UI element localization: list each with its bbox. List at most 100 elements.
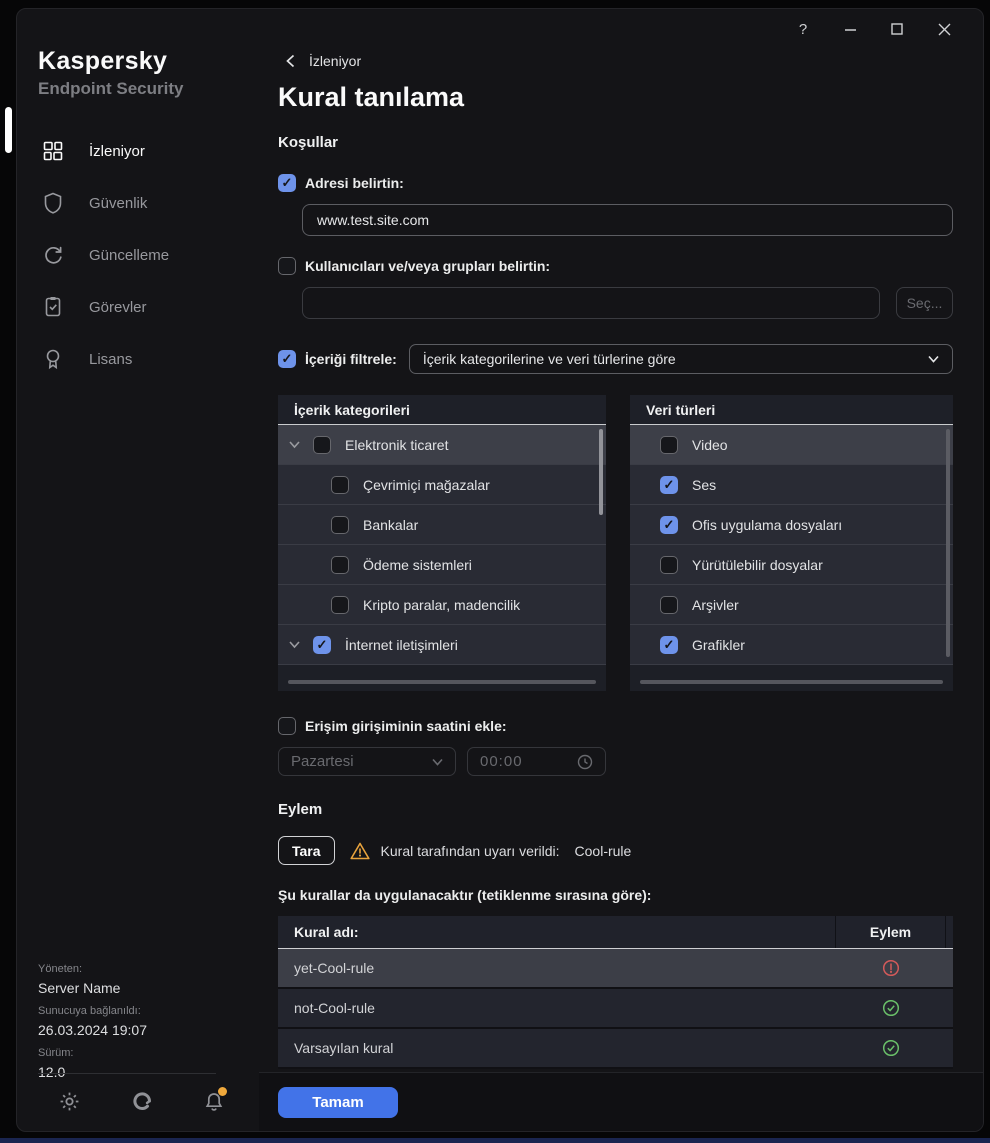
item-checkbox[interactable]: ✓ [660, 475, 678, 494]
brand-subtitle: Endpoint Security [38, 79, 184, 98]
page-title: Kural tanılama [278, 82, 465, 112]
settings-gear-icon[interactable] [57, 1089, 81, 1113]
rule-table-row[interactable]: not-Cool-rule [278, 989, 953, 1029]
sidebar-item-license[interactable]: Lisans [17, 333, 259, 385]
item-checkbox[interactable]: ✓ [331, 515, 349, 534]
category-row[interactable]: ✓ Ödeme sistemleri [278, 545, 606, 585]
users-checkbox[interactable]: ✓ [278, 257, 296, 275]
time-field[interactable]: 00:00 [467, 747, 606, 776]
item-label: Ses [692, 476, 717, 493]
category-row[interactable]: ✓ İnternet iletişimleri [278, 625, 606, 665]
support-icon[interactable] [130, 1089, 154, 1113]
chevron-down-icon [432, 758, 443, 766]
chevron-down-icon[interactable] [289, 640, 300, 649]
content-filter-row: ✓ İçeriği filtrele: İçerik kategorilerin… [278, 344, 953, 374]
sidebar-item-refresh[interactable]: Güncelleme [17, 229, 259, 281]
dialog-footer: Tamam [259, 1072, 983, 1131]
rule-table-row[interactable]: yet-Cool-rule [278, 949, 953, 989]
data-type-row[interactable]: ✓ Grafikler [630, 625, 953, 665]
item-label: Ödeme sistemleri [363, 556, 472, 573]
breadcrumb-back[interactable]: İzleniyor [286, 53, 953, 69]
categories-header: İçerik kategorileri [278, 395, 606, 425]
users-input[interactable] [302, 287, 880, 319]
item-checkbox[interactable]: ✓ [313, 635, 331, 654]
category-row[interactable]: ✓ Elektronik ticaret [278, 425, 606, 465]
category-row[interactable]: ✓ Bankalar [278, 505, 606, 545]
clock-icon [577, 754, 593, 770]
sidebar-item-shield[interactable]: Güvenlik [17, 177, 259, 229]
conditions-section-title: Koşullar [278, 134, 339, 151]
titlebar-controls: ? [792, 17, 955, 41]
warning-message: Kural tarafından uyarı verildi: [380, 842, 560, 859]
managed-by-label: Yöneten: [38, 963, 83, 975]
item-checkbox[interactable]: ✓ [660, 435, 678, 454]
rule-status-cell [836, 1029, 946, 1067]
table-scrollbar-gutter [946, 989, 953, 1027]
item-label: Elektronik ticaret [345, 436, 449, 453]
item-checkbox[interactable]: ✓ [660, 635, 678, 654]
time-checkbox[interactable]: ✓ [278, 717, 296, 735]
scan-button[interactable]: Tara [278, 836, 335, 865]
maximize-button[interactable] [886, 17, 908, 41]
category-row[interactable]: ✓ Çevrimiçi mağazalar [278, 465, 606, 505]
item-checkbox[interactable]: ✓ [660, 595, 678, 614]
status-warning-icon [882, 959, 900, 977]
item-checkbox[interactable]: ✓ [660, 515, 678, 534]
data-type-row[interactable]: ✓ Ofis uygulama dosyaları [630, 505, 953, 545]
data-type-row[interactable]: ✓ Ses [630, 465, 953, 505]
categories-vertical-scrollbar[interactable] [599, 429, 603, 515]
item-checkbox[interactable]: ✓ [313, 435, 331, 454]
content-filter-checkbox[interactable]: ✓ [278, 350, 296, 368]
item-checkbox[interactable]: ✓ [331, 555, 349, 574]
main-content: İzleniyor Kural tanılama Koşullar ✓ Adre… [259, 9, 983, 1131]
category-row[interactable]: ✓ Kripto paralar, madencilik [278, 585, 606, 625]
item-checkbox[interactable]: ✓ [660, 555, 678, 574]
sidebar-item-label: Görevler [89, 298, 147, 316]
brand-title: Kaspersky [38, 47, 168, 75]
close-button[interactable] [933, 17, 955, 41]
help-button[interactable]: ? [792, 17, 814, 41]
action-row: Tara Kural tarafından uyarı verildi: Coo… [278, 836, 953, 865]
select-users-button[interactable]: Seç... [896, 287, 953, 319]
filter-mode-select[interactable]: İçerik kategorilerine ve veri türlerine … [408, 344, 953, 374]
minimize-button[interactable] [839, 17, 861, 41]
item-checkbox[interactable]: ✓ [331, 595, 349, 614]
item-label: Bankalar [363, 516, 419, 533]
day-select[interactable]: Pazartesi [278, 747, 456, 776]
data-type-row[interactable]: ✓ Video [630, 425, 953, 465]
address-input[interactable] [302, 204, 953, 236]
chevron-left-icon [286, 54, 295, 68]
action-section-title: Eylem [278, 801, 323, 818]
ok-button[interactable]: Tamam [278, 1087, 398, 1118]
table-scrollbar-gutter [946, 1029, 953, 1067]
data-types-header: Veri türleri [630, 395, 953, 425]
users-checkbox-row: ✓ Kullanıcıları ve/veya grupları belirti… [278, 257, 953, 275]
connected-value: 26.03.2024 19:07 [38, 1022, 147, 1038]
data-type-row[interactable]: ✓ Yürütülebilir dosyalar [630, 545, 953, 585]
data-type-row[interactable]: ✓ Arşivler [630, 585, 953, 625]
table-scrollbar-gutter [946, 916, 953, 948]
sidebar-item-tasks[interactable]: Görevler [17, 281, 259, 333]
notifications-bell-icon[interactable] [202, 1087, 227, 1113]
content-filter-label: İçeriği filtrele: [305, 351, 397, 367]
status-ok-icon [882, 999, 900, 1017]
rule-status-cell [836, 989, 946, 1027]
active-nav-indicator [5, 107, 12, 153]
data-types-vertical-scrollbar[interactable] [946, 429, 950, 657]
data-types-horizontal-scrollbar[interactable] [640, 680, 943, 684]
rule-table-row[interactable]: Varsayılan kural [278, 1029, 953, 1069]
address-checkbox[interactable]: ✓ [278, 174, 296, 192]
data-types-list: Veri türleri ✓ Video ✓ Ses ✓ Ofis uygulama do… [630, 395, 953, 691]
chevron-down-icon[interactable] [289, 440, 300, 449]
address-checkbox-row: ✓ Adresi belirtin: [278, 174, 953, 192]
server-info: Yöneten: Server Name Sunucuya bağlanıldı… [38, 954, 147, 1080]
item-label: Ofis uygulama dosyaları [692, 516, 843, 533]
status-ok-icon [882, 1039, 900, 1057]
app-window: ? Kaspersky Endpoint Security İzleniyor G… [16, 8, 984, 1132]
sidebar-item-dashboard[interactable]: İzleniyor [17, 125, 259, 177]
categories-horizontal-scrollbar[interactable] [288, 680, 596, 684]
rule-name-cell: not-Cool-rule [294, 1000, 375, 1016]
column-header-action: Eylem [836, 916, 946, 948]
item-checkbox[interactable]: ✓ [331, 475, 349, 494]
license-icon [42, 348, 64, 370]
